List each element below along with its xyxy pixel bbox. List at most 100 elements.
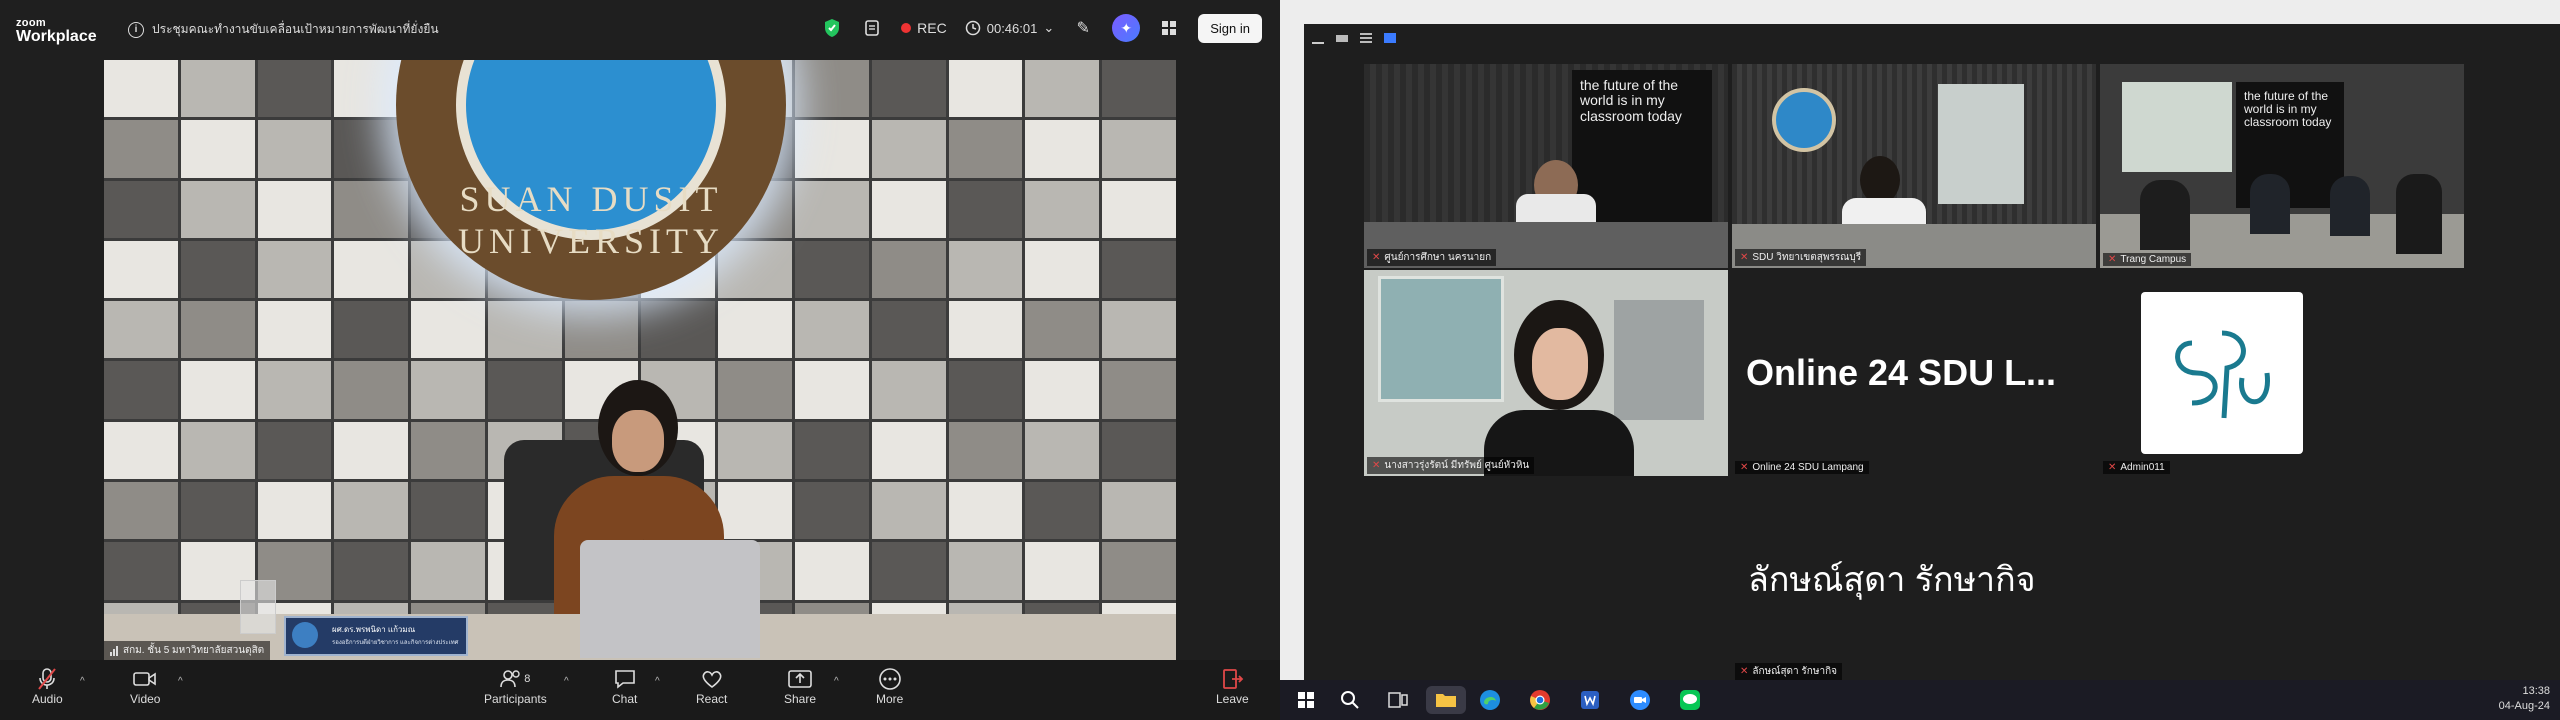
camera-icon xyxy=(133,666,157,692)
video-label: Video xyxy=(130,692,161,706)
tile-name: Admin011 xyxy=(2120,462,2165,473)
tile-label: ✕ Online 24 SDU Lampang xyxy=(1735,461,1869,474)
line-icon[interactable] xyxy=(1676,686,1704,714)
participants-options-caret-icon[interactable]: ^ xyxy=(564,676,569,687)
meeting-timer[interactable]: 00:46:01 ⌄ xyxy=(965,20,1055,36)
video-tile[interactable]: ✕ นางสาวรุ่งรัตน์ มีทรัพย์ ศูนย์หัวหิน xyxy=(1364,270,1728,476)
participants-icon: 8 xyxy=(500,666,530,692)
name-plate: ผศ.ดร.พรพนิดา แก้วมณ รองอธิการบดีฝ่ายวิช… xyxy=(284,616,468,656)
annotate-icon[interactable]: ✎ xyxy=(1072,17,1094,39)
share-button[interactable]: Share xyxy=(784,666,816,706)
minimize-view-icon[interactable] xyxy=(1312,32,1324,44)
video-tile[interactable]: ✕ SDU วิทยาเขตสุพรรณบุรี xyxy=(1732,64,2096,268)
tile-label: ✕ Admin011 xyxy=(2103,461,2170,474)
strip-view-icon[interactable] xyxy=(1336,34,1348,42)
search-icon[interactable] xyxy=(1336,686,1364,714)
chrome-icon[interactable] xyxy=(1526,686,1554,714)
chevron-down-icon: ⌄ xyxy=(1043,20,1055,35)
mic-muted-icon: ✕ xyxy=(2108,462,2117,473)
tile-label: ✕ ศูนย์การศึกษา นครนายก xyxy=(1367,249,1497,266)
mic-muted-icon xyxy=(36,666,58,692)
seal-icon xyxy=(292,622,318,648)
windows-icon[interactable] xyxy=(1292,686,1320,714)
leave-button[interactable]: Leave xyxy=(1216,666,1249,706)
task-view-icon[interactable] xyxy=(1384,686,1412,714)
audio-options-caret-icon[interactable]: ^ xyxy=(80,676,85,687)
clock-date: 04-Aug-24 xyxy=(2498,700,2550,713)
heart-icon xyxy=(701,666,723,692)
video-options-caret-icon[interactable]: ^ xyxy=(178,676,183,687)
speaker-view-icon[interactable] xyxy=(1360,33,1372,43)
info-icon[interactable]: i xyxy=(128,21,144,38)
video-tile[interactable]: ลักษณ์สุดา รักษากิจ ✕ ลักษณ์สุดา รักษากิจ xyxy=(1732,478,2096,684)
clock-time: 13:38 xyxy=(2522,685,2550,697)
mic-muted-icon: ✕ xyxy=(1740,666,1749,677)
react-label: React xyxy=(696,692,728,706)
chat-button[interactable]: Chat xyxy=(612,666,637,706)
leave-label: Leave xyxy=(1216,692,1249,706)
more-label: More xyxy=(876,692,904,706)
timer-value: 00:46:01 xyxy=(986,20,1038,36)
recording-indicator[interactable]: REC xyxy=(901,20,947,36)
edge-icon[interactable] xyxy=(1476,686,1504,714)
video-tile[interactable]: the future of the world is in my classro… xyxy=(1364,64,1728,268)
participant-display-name: Online 24 SDU L... xyxy=(1746,352,2057,393)
tile-name: นางสาวรุ่งรัตน์ มีทรัพย์ ศูนย์หัวหิน xyxy=(1384,460,1530,471)
glass xyxy=(240,580,276,634)
participant-name: สกม. ชั้น 5 มหาวิทยาลัยสวนดุสิต xyxy=(123,645,265,656)
tile-label: ✕ นางสาวรุ่งรัตน์ มีทรัพย์ ศูนย์หัวหิน xyxy=(1367,457,1535,474)
meeting-title[interactable]: i ประชุมคณะทำงานขับเคลื่อนเป้าหมายการพัฒ… xyxy=(128,20,439,39)
file-explorer-icon[interactable] xyxy=(1426,686,1466,714)
gallery-window: the future of the world is in my classro… xyxy=(1304,24,2560,684)
mic-muted-icon: ✕ xyxy=(1740,252,1749,263)
participants-label: Participants xyxy=(484,692,547,706)
tile-name: ลักษณ์สุดา รักษากิจ xyxy=(1752,666,1837,677)
board-text: the future of the world is in my classro… xyxy=(1580,77,1682,124)
name-plate-title: รองอธิการบดีฝ่ายวิชาการ และกิจการต่างประ… xyxy=(332,640,459,646)
mic-muted-icon: ✕ xyxy=(1372,252,1381,263)
audio-button[interactable]: Audio xyxy=(32,666,63,706)
video-tile[interactable]: Online 24 SDU L... ✕ Online 24 SDU Lampan… xyxy=(1732,270,2096,476)
sign-in-button[interactable]: Sign in xyxy=(1198,13,1262,43)
participants-button[interactable]: 8 Participants xyxy=(484,666,547,706)
video-tile[interactable]: the future of the world is in my classro… xyxy=(2100,64,2464,268)
more-icon xyxy=(878,666,902,692)
zoom-icon[interactable] xyxy=(1626,686,1654,714)
gallery-view-icon[interactable] xyxy=(1384,33,1396,43)
tile-name: Online 24 SDU Lampang xyxy=(1752,462,1864,473)
shield-icon[interactable] xyxy=(821,17,843,39)
windows-taskbar: 13:38 04-Aug-24 xyxy=(1280,680,2560,720)
meeting-title-text: ประชุมคณะทำงานขับเคลื่อนเป้าหมายการพัฒนา… xyxy=(152,22,439,36)
mic-muted-icon: ✕ xyxy=(2108,254,2117,265)
apps-icon[interactable] xyxy=(1158,17,1180,39)
main-video[interactable]: SUAN DUSIT UNIVERSITY ผศ.ดร.พรพนิดา แก้ว… xyxy=(104,60,1176,660)
mic-muted-icon: ✕ xyxy=(1372,460,1381,471)
profile-avatar xyxy=(2141,292,2303,454)
share-screen-icon xyxy=(788,666,812,692)
rec-label: REC xyxy=(917,20,947,36)
participant-label: สกม. ชั้น 5 มหาวิทยาลัยสวนดุสิต xyxy=(104,641,271,660)
emblem-text: SUAN DUSIT UNIVERSITY xyxy=(458,179,724,261)
chat-label: Chat xyxy=(612,692,638,706)
mic-muted-icon: ✕ xyxy=(1740,462,1749,473)
laptop xyxy=(580,540,760,658)
participant-display-name: ลักษณ์สุดา รักษากิจ xyxy=(1748,561,2036,599)
word-icon[interactable] xyxy=(1576,686,1604,714)
secondary-screen: the future of the world is in my classro… xyxy=(1280,0,2560,720)
more-button[interactable]: More xyxy=(876,666,903,706)
zoom-top-bar: zoom Workplace i ประชุมคณะทำงานขับเคลื่อ… xyxy=(0,0,1280,56)
top-bar-actions: REC 00:46:01 ⌄ ✎ ✦ Sign in xyxy=(821,12,1262,44)
share-options-caret-icon[interactable]: ^ xyxy=(834,676,839,687)
leave-icon xyxy=(1220,666,1244,692)
video-button[interactable]: Video xyxy=(130,666,160,706)
clock-icon xyxy=(965,20,980,36)
tile-label: ✕ Trang Campus xyxy=(2103,253,2192,266)
signal-icon xyxy=(110,645,118,656)
system-clock[interactable]: 13:38 04-Aug-24 xyxy=(2499,684,2550,715)
ai-companion-icon[interactable]: ✦ xyxy=(1112,14,1141,42)
view-switcher xyxy=(1304,24,2560,52)
record-icon xyxy=(901,23,912,33)
react-button[interactable]: React xyxy=(696,666,727,706)
document-icon[interactable] xyxy=(861,17,883,39)
chat-options-caret-icon[interactable]: ^ xyxy=(655,676,660,687)
